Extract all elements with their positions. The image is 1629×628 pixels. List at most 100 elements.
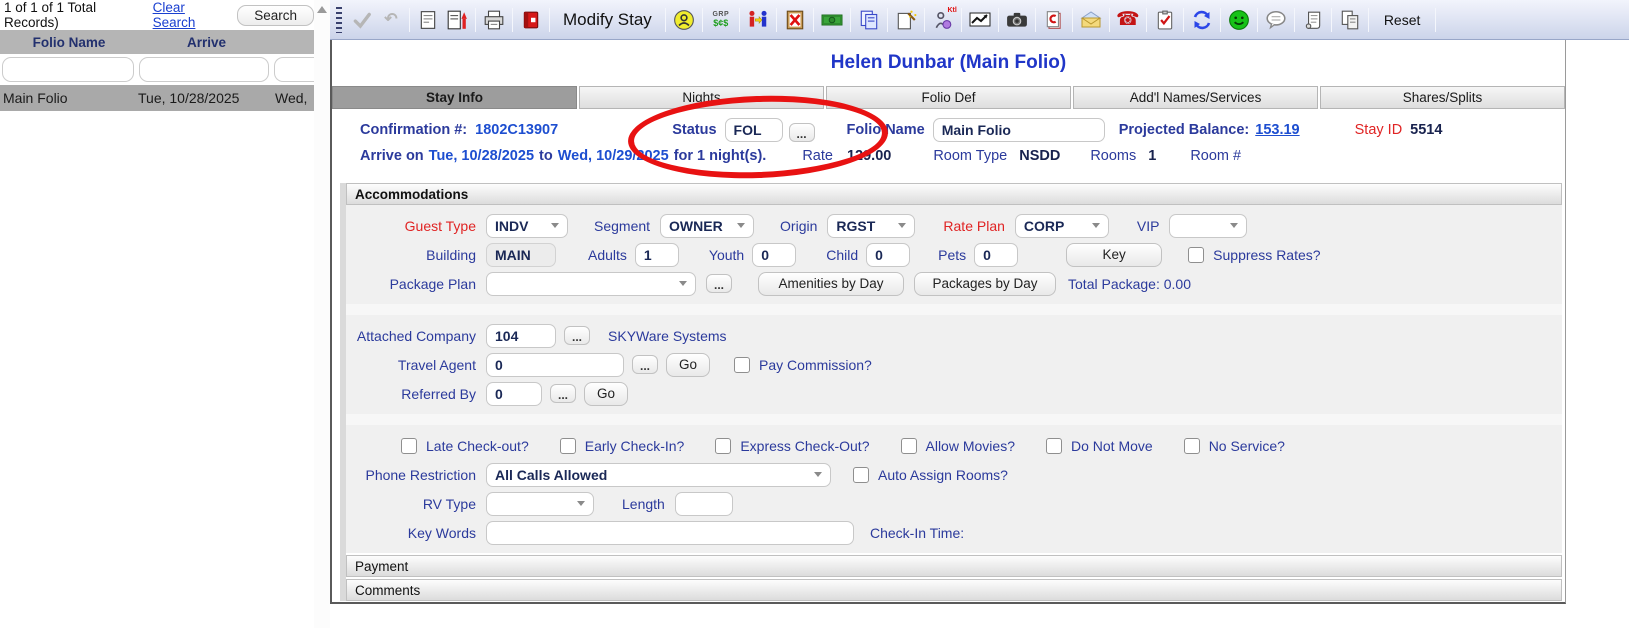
projected-balance-link[interactable]: 153.19	[1255, 122, 1299, 138]
accommodations-section-header[interactable]: Accommodations	[346, 183, 1562, 205]
share-guests-icon[interactable]	[747, 9, 769, 31]
clear-search-link[interactable]: Clear Search	[153, 0, 228, 30]
status-lookup-button[interactable]: ...	[789, 123, 815, 142]
rate-plan-select[interactable]: CORP	[1015, 214, 1109, 238]
receipt-scroll-icon[interactable]	[1302, 9, 1324, 31]
segment-select[interactable]: OWNER	[660, 214, 754, 238]
email-envelope-icon[interactable]	[1080, 9, 1102, 31]
check-in-document-icon[interactable]	[446, 9, 468, 31]
toolbar-separator	[409, 8, 410, 32]
adults-input[interactable]: 1	[635, 243, 679, 267]
status-input[interactable]: FOL	[725, 118, 783, 142]
scroll-up-arrow-icon[interactable]	[317, 6, 327, 13]
suppress-rates-checkbox[interactable]	[1188, 247, 1204, 263]
auto-assign-rooms-checkbox[interactable]	[853, 467, 869, 483]
cash-payment-icon[interactable]	[821, 9, 843, 31]
referred-by-label: Referred By	[346, 386, 476, 402]
payment-section-header[interactable]: Payment	[346, 555, 1562, 577]
main-toolbar: ↶ Modify Stay GRP $¢$	[330, 0, 1629, 40]
column-header-arrive[interactable]: Arrive	[138, 30, 275, 54]
tab-shares-splits[interactable]: Shares/Splits	[1320, 86, 1565, 109]
early-check-in-checkbox[interactable]	[560, 438, 576, 454]
package-plan-lookup-button[interactable]: ...	[706, 274, 732, 293]
late-check-out-checkbox[interactable]	[401, 438, 417, 454]
rate-plan-value: CORP	[1024, 218, 1064, 234]
origin-select[interactable]: RGST	[827, 214, 915, 238]
pets-input[interactable]: 0	[974, 243, 1018, 267]
phone-icon[interactable]: ☎	[1117, 9, 1139, 31]
document-notes-icon[interactable]	[417, 9, 439, 31]
pay-commission-checkbox[interactable]	[734, 357, 750, 373]
attached-company-input[interactable]: 104	[486, 324, 556, 348]
toolbar-separator	[924, 8, 925, 32]
no-service-checkbox[interactable]	[1184, 438, 1200, 454]
chevron-down-icon	[814, 472, 822, 477]
reset-button[interactable]: Reset	[1376, 12, 1429, 28]
guest-profile-icon[interactable]	[673, 9, 695, 31]
wakeup-call-icon[interactable]: Ktl	[932, 9, 954, 31]
rv-type-select[interactable]	[486, 492, 594, 516]
printer-icon[interactable]	[483, 9, 505, 31]
confirm-check-icon[interactable]	[351, 9, 373, 31]
refresh-icon[interactable]	[1191, 9, 1213, 31]
toolbar-drag-handle-icon[interactable]	[336, 7, 342, 33]
packages-by-day-button[interactable]: Packages by Day	[914, 272, 1056, 296]
express-check-out-checkbox[interactable]	[715, 438, 731, 454]
tab-addl-names-services[interactable]: Add'l Names/Services	[1073, 86, 1318, 109]
depart-filter-input[interactable]	[274, 57, 314, 82]
panel-scrollbar[interactable]	[314, 0, 330, 628]
toolbar-separator	[887, 8, 888, 32]
result-row-main-folio[interactable]: Main Folio Tue, 10/28/2025 Wed,	[0, 85, 314, 111]
camera-icon[interactable]	[1006, 9, 1028, 31]
comments-bubble-icon[interactable]	[1265, 9, 1287, 31]
column-header-folio-name[interactable]: Folio Name	[0, 30, 138, 54]
building-input[interactable]: MAIN	[486, 243, 556, 267]
travel-agent-lookup-button[interactable]: ...	[632, 355, 658, 374]
folio-name-input[interactable]: Main Folio	[933, 118, 1105, 142]
travel-agent-input[interactable]: 0	[486, 353, 624, 377]
task-clipboard-icon[interactable]	[1154, 9, 1176, 31]
red-book-icon[interactable]	[520, 9, 542, 31]
package-plan-select[interactable]	[486, 272, 696, 296]
travel-agent-go-button[interactable]: Go	[666, 353, 710, 377]
child-input[interactable]: 0	[866, 243, 910, 267]
page-wizard-icon[interactable]	[895, 9, 917, 31]
key-words-input[interactable]	[486, 521, 854, 545]
referred-by-input[interactable]: 0	[486, 382, 542, 406]
youth-input[interactable]: 0	[752, 243, 796, 267]
travel-agent-label: Travel Agent	[346, 357, 476, 373]
length-input[interactable]	[675, 492, 733, 516]
do-not-move-checkbox[interactable]	[1046, 438, 1062, 454]
referred-by-lookup-button[interactable]: ...	[550, 384, 576, 403]
phone-restriction-select[interactable]: All Calls Allowed	[486, 463, 831, 487]
toolbar-separator	[850, 8, 851, 32]
search-button[interactable]: Search	[237, 5, 314, 26]
arrive-filter-input[interactable]	[139, 57, 269, 82]
chart-icon[interactable]	[969, 9, 991, 31]
attached-company-lookup-button[interactable]: ...	[564, 326, 590, 345]
guest-satisfaction-icon[interactable]	[1228, 9, 1250, 31]
folio-name-filter-input[interactable]	[2, 57, 134, 82]
registration-card-icon[interactable]	[1043, 9, 1065, 31]
copy-documents-icon[interactable]	[1339, 9, 1361, 31]
copy-pages-icon[interactable]	[858, 9, 880, 31]
allow-movies-checkbox[interactable]	[901, 438, 917, 454]
comments-section-header[interactable]: Comments	[346, 579, 1562, 601]
key-button[interactable]: Key	[1066, 243, 1162, 267]
stay-id-label: Stay ID	[1355, 122, 1403, 138]
late-check-out-label: Late Check-out?	[426, 438, 529, 454]
tab-stay-info[interactable]: Stay Info	[332, 86, 577, 109]
group-billing-icon[interactable]: GRP $¢$	[710, 9, 732, 31]
undo-icon[interactable]: ↶	[380, 9, 402, 31]
modify-stay-screen: 1 of 1 of 1 Total Records) Clear Search …	[0, 0, 1629, 628]
cancel-clipboard-icon[interactable]	[784, 9, 806, 31]
vip-select[interactable]	[1169, 214, 1247, 238]
results-header-row: Folio Name Arrive	[0, 30, 314, 54]
pets-label: Pets	[938, 247, 966, 263]
rooms-label: Rooms	[1090, 148, 1136, 164]
amenities-by-day-button[interactable]: Amenities by Day	[758, 272, 904, 296]
tab-nights[interactable]: Nights	[579, 86, 824, 109]
referred-by-go-button[interactable]: Go	[584, 382, 628, 406]
tab-folio-def[interactable]: Folio Def	[826, 86, 1071, 109]
guest-type-select[interactable]: INDV	[486, 214, 568, 238]
